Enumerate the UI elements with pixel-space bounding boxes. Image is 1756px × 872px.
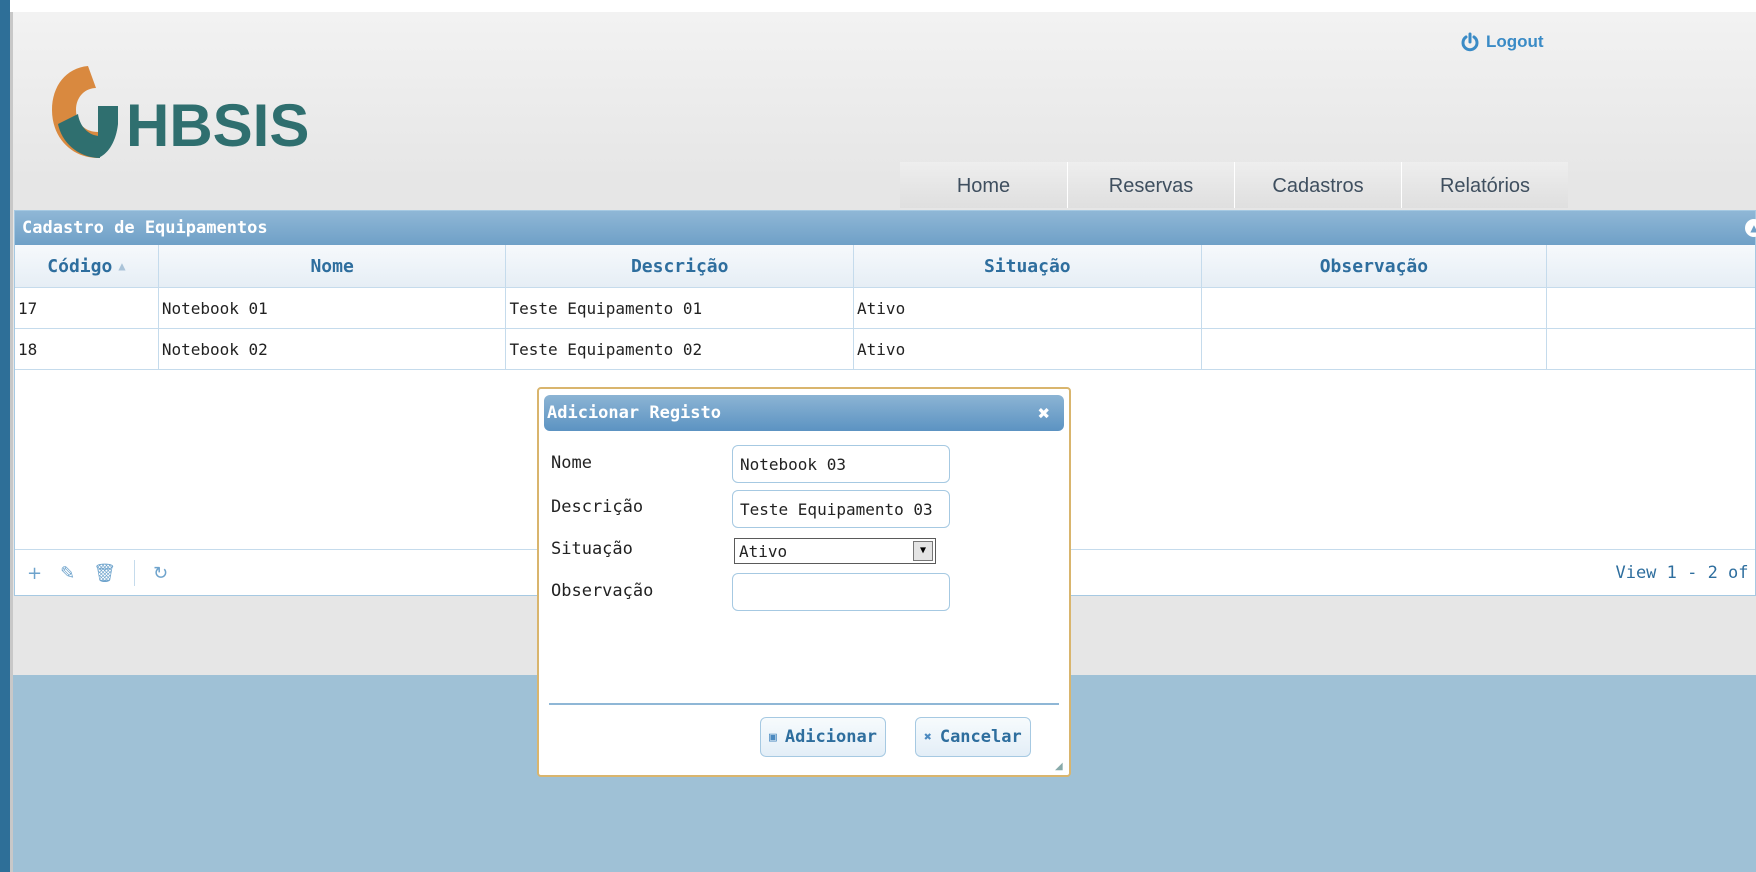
power-icon	[1461, 32, 1479, 52]
resize-handle-icon[interactable]: ◢	[1055, 761, 1067, 773]
column-header-situacao[interactable]: Situação	[854, 245, 1202, 287]
cell-situacao: Ativo	[854, 288, 1202, 328]
cancelar-button[interactable]: ✖ Cancelar	[915, 717, 1031, 757]
column-header-observacao[interactable]: Observação	[1202, 245, 1548, 287]
descricao-label: Descrição	[551, 497, 644, 517]
cell-descricao: Teste Equipamento 01	[506, 288, 855, 328]
observacao-label: Observação	[551, 581, 654, 601]
situacao-label: Situação	[551, 539, 633, 559]
table-row[interactable]: 17 Notebook 01 Teste Equipamento 01 Ativ…	[15, 288, 1755, 329]
cell-descricao: Teste Equipamento 02	[506, 329, 855, 369]
logout-label: Logout	[1486, 32, 1544, 51]
grid-title: Cadastro de Equipamentos ▲	[15, 211, 1756, 245]
nav-reservas[interactable]: Reservas	[1067, 162, 1234, 208]
cell-codigo: 18	[15, 329, 159, 369]
pager-info: View 1 - 2 of 2	[1615, 563, 1756, 583]
divider	[134, 560, 136, 586]
collapse-icon[interactable]: ▲	[1745, 219, 1756, 237]
close-icon[interactable]: ✖	[1038, 395, 1050, 431]
dialog-title: Adicionar Registo	[547, 403, 721, 423]
cell-codigo: 17	[15, 288, 159, 328]
cell-spacer	[1547, 329, 1755, 369]
cell-spacer	[1547, 288, 1755, 328]
app-window: Logout HBSIS Home Reservas Cadastros Rel…	[0, 0, 1756, 872]
refresh-icon[interactable]: ↻	[153, 563, 168, 584]
cell-nome: Notebook 01	[159, 288, 507, 328]
column-header-nome[interactable]: Nome	[159, 245, 507, 287]
nome-label: Nome	[551, 453, 592, 473]
nav-home[interactable]: Home	[900, 162, 1067, 208]
trash-icon[interactable]: 🗑	[93, 563, 116, 584]
edit-icon[interactable]: ✎	[60, 563, 75, 584]
svg-text:HBSIS: HBSIS	[126, 92, 309, 159]
descricao-input[interactable]: Teste Equipamento 03	[732, 490, 950, 528]
logout-link[interactable]: Logout	[1460, 32, 1544, 52]
add-record-dialog: Adicionar Registo ✖ Nome Notebook 03 Des…	[537, 387, 1071, 777]
table-row[interactable]: 18 Notebook 02 Teste Equipamento 02 Ativ…	[15, 329, 1755, 370]
column-header-spacer	[1547, 245, 1755, 287]
cell-observacao	[1202, 288, 1548, 328]
nav-cadastros[interactable]: Cadastros	[1234, 162, 1401, 208]
situacao-select[interactable]: Ativo ▼	[734, 538, 936, 564]
nav-relatorios[interactable]: Relatórios	[1401, 162, 1568, 208]
cell-situacao: Ativo	[854, 329, 1202, 369]
observacao-input[interactable]	[732, 573, 950, 611]
main-nav: Home Reservas Cadastros Relatórios	[900, 162, 1568, 208]
dialog-divider	[549, 703, 1059, 705]
adicionar-button[interactable]: ▣ Adicionar	[760, 717, 886, 757]
cancel-x-icon: ✖	[924, 729, 932, 745]
hbsis-logo: HBSIS	[48, 62, 348, 162]
grid-header: Código ▲ Nome Descrição Situação Observa…	[15, 245, 1755, 288]
grid-title-text: Cadastro de Equipamentos	[22, 218, 268, 238]
situacao-selected: Ativo	[739, 541, 788, 561]
nome-input[interactable]: Notebook 03	[732, 445, 950, 483]
dialog-title-bar[interactable]: Adicionar Registo ✖	[544, 395, 1064, 431]
column-header-codigo[interactable]: Código ▲	[15, 245, 159, 287]
pager-tools: + ✎ 🗑 ↻	[15, 560, 168, 586]
dropdown-arrow-icon[interactable]: ▼	[913, 541, 933, 561]
page-edge	[10, 12, 13, 872]
cell-nome: Notebook 02	[159, 329, 507, 369]
column-header-descricao[interactable]: Descrição	[506, 245, 855, 287]
cell-observacao	[1202, 329, 1548, 369]
save-icon: ▣	[769, 729, 777, 745]
add-icon[interactable]: +	[27, 563, 42, 584]
sort-icon: ▲	[118, 259, 126, 273]
